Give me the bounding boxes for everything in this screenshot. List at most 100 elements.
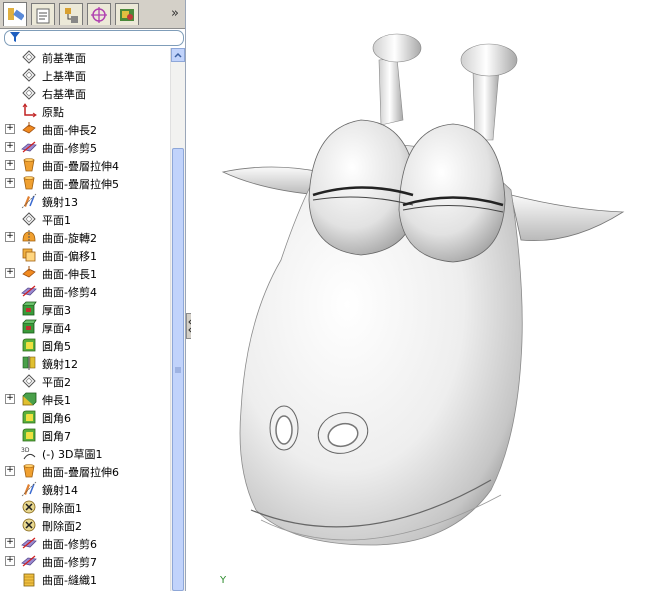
tree-item[interactable]: + 曲面-伸長2 [0,120,170,138]
expand-toggle-icon[interactable]: + [5,160,15,170]
surface-extrude-icon [22,266,36,278]
expand-toggle-icon[interactable]: + [5,232,15,242]
tree-item[interactable]: 鏡射14 [0,480,170,498]
fillet-icon [22,410,36,424]
giraffe-head-model [221,33,625,546]
tree-item-label: 曲面-偏移1 [42,250,97,263]
tree-item[interactable]: 曲面-縫織1 [0,570,170,588]
tree-item[interactable]: + 曲面-修剪7 [0,552,170,570]
expand-toggle-icon[interactable]: + [5,556,15,566]
expand-toggle-icon[interactable]: + [5,394,15,404]
filter-icon [10,32,20,42]
tree-item-label: 平面2 [42,376,71,389]
tree-item-label: 曲面-修剪5 [42,142,97,155]
panel-tab-bar: » [0,0,185,29]
more-tabs-chevron-icon[interactable]: » [171,6,179,21]
fillet-icon [22,338,36,352]
tree-item-label: 圓角7 [42,430,71,443]
tree-item-label: 原點 [42,106,64,119]
tree-item-label: 平面1 [42,214,71,227]
tree-item[interactable]: 右基準面 [0,84,170,102]
expand-toggle-icon[interactable]: + [5,142,15,152]
tree-item-label: 曲面-疊層拉伸4 [42,160,119,173]
plane-icon [22,86,36,100]
tree-item[interactable]: 刪除面2 [0,516,170,534]
tree-item[interactable]: 上基準面 [0,66,170,84]
tree-scrollbar[interactable] [170,48,185,591]
tab-property-manager[interactable] [31,3,55,25]
graphics-viewport[interactable] [191,0,645,591]
tree-item-label: 前基準面 [42,52,86,65]
tree-item[interactable]: + 曲面-疊層拉伸4 [0,156,170,174]
tree-item[interactable]: 前基準面 [0,48,170,66]
tree-item[interactable]: + 曲面-疊層拉伸6 [0,462,170,480]
tree-item-label: 鏡射14 [42,484,78,497]
plane-icon [22,50,36,64]
tree-item[interactable]: 鏡射13 [0,192,170,210]
tree-item-label: 上基準面 [42,70,86,83]
surface-trim-icon [21,555,37,567]
tree-item-label: 刪除面1 [42,502,82,515]
tree-item[interactable]: 鏡射12 [0,354,170,372]
tree-item-label: 厚面4 [42,322,71,335]
thicken-icon [22,319,37,334]
tree-item[interactable]: 平面2 [0,372,170,390]
tree-item-label: (-) 3D草圖1 [42,448,103,461]
tree-item[interactable]: 圓角7 [0,426,170,444]
tree-item-label: 曲面-疊層拉伸6 [42,466,119,479]
tree-item-label: 曲面-修剪4 [42,286,97,299]
tree-item[interactable]: 厚面3 [0,300,170,318]
feature-tree-icon [8,8,24,21]
expand-toggle-icon[interactable]: + [5,268,15,278]
surface-loft-icon [23,176,35,190]
tab-display-manager[interactable] [115,3,139,25]
tree-item-label: 曲面-旋轉2 [42,232,97,245]
tree-item[interactable]: 厚面4 [0,318,170,336]
tree-item[interactable]: 圓角6 [0,408,170,426]
surface-loft-icon [23,464,35,478]
surface-offset-icon [22,248,36,262]
tree-item[interactable]: 刪除面1 [0,498,170,516]
mirror-icon [21,193,37,209]
expand-toggle-icon[interactable]: + [5,124,15,134]
right-horn-tip [460,43,518,77]
fillet-icon [22,428,36,442]
expand-toggle-icon[interactable]: + [5,178,15,188]
surface-trim-icon [21,141,37,153]
feature-tree: 前基準面 上基準面 右基準面 原點 + 曲面-伸長2 + 曲面-修剪5 + 曲面-疊層拉伸4 + 曲面… [0,48,170,591]
scroll-up-button[interactable] [171,48,185,62]
tree-item[interactable]: 圓角5 [0,336,170,354]
expand-toggle-icon[interactable]: + [5,538,15,548]
surface-trim-icon [21,537,37,549]
tree-item-label: 鏡射13 [42,196,78,209]
tree-item-label: 右基準面 [42,88,86,101]
tab-configuration-manager[interactable] [59,3,83,25]
tree-item[interactable]: + 曲面-旋轉2 [0,228,170,246]
delete-face-icon [22,500,36,514]
tree-item-label: 曲面-修剪6 [42,538,97,551]
tree-item[interactable]: + 曲面-疊層拉伸5 [0,174,170,192]
tree-item-label: 曲面-伸長1 [42,268,97,281]
tree-filter-input[interactable] [4,30,184,46]
tree-item[interactable]: + 曲面-修剪6 [0,534,170,552]
tree-item[interactable]: 曲面-修剪4 [0,282,170,300]
scroll-thumb[interactable] [172,148,184,591]
tree-item[interactable]: 3D (-) 3D草圖1 [0,444,170,462]
tab-dimxpert-manager[interactable] [87,3,111,25]
plane-icon [22,68,36,82]
mirror-body-icon [22,356,36,370]
tree-item[interactable]: 曲面-偏移1 [0,246,170,264]
tree-item[interactable]: 原點 [0,102,170,120]
tree-item[interactable]: 平面1 [0,210,170,228]
tree-item[interactable]: + 伸長1 [0,390,170,408]
tab-feature-manager[interactable] [3,2,27,26]
thicken-icon [22,301,37,316]
right-eye-dome [398,123,506,263]
grip-icon [175,367,181,373]
surface-loft-icon [23,158,35,172]
expand-toggle-icon[interactable]: + [5,466,15,476]
origin-icon [22,103,37,118]
tree-item-label: 曲面-伸長2 [42,124,97,137]
tree-item[interactable]: + 曲面-修剪5 [0,138,170,156]
tree-item[interactable]: + 曲面-伸長1 [0,264,170,282]
